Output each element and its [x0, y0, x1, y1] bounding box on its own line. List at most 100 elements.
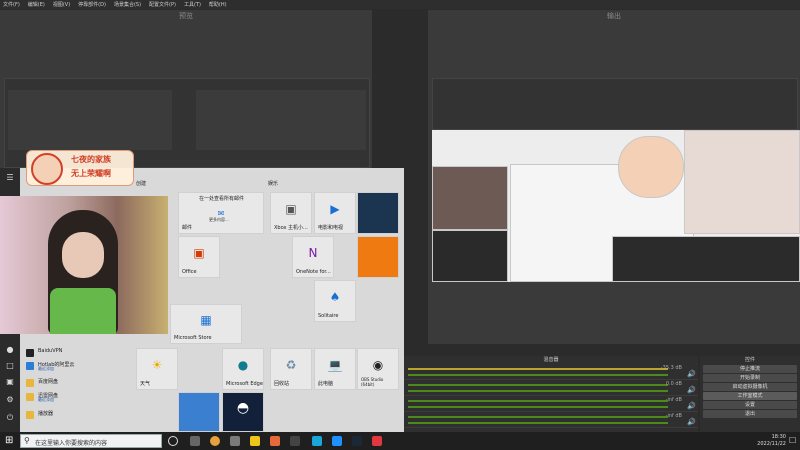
user-icon[interactable]: ●	[6, 346, 14, 354]
game-tile[interactable]	[357, 236, 399, 278]
studio-mode-button[interactable]: 工作室模式	[703, 392, 797, 400]
start-recording-button[interactable]: 开始录制	[703, 374, 797, 382]
power-icon[interactable]: ⏻	[6, 414, 14, 422]
search-icon: ⚲	[24, 436, 30, 445]
taskbar-app-icon[interactable]	[372, 436, 382, 446]
xbox-icon: ▣	[285, 202, 297, 216]
program-title: 输出	[607, 12, 621, 20]
solitaire-tile-label: Solitaire	[318, 313, 339, 319]
app-list-item[interactable]: 播放器	[22, 410, 162, 420]
store-tile[interactable]: ▦ Microsoft Store	[170, 304, 242, 344]
taskbar-app-icon[interactable]	[312, 436, 322, 446]
edge-tile[interactable]: ● Microsoft Edge	[222, 348, 264, 390]
mixer-row: -inf dB 🔊	[404, 396, 698, 412]
banner-line-1: 七夜的家族	[71, 155, 111, 164]
menu-bar: 文件(F) 编辑(E) 视图(V) 停靠部件(D) 场景集合(S) 配置文件(P…	[0, 0, 800, 9]
folder-icon	[26, 393, 34, 401]
banner-line-2: 无上荣耀啊	[71, 169, 111, 178]
scene-text-overlay	[684, 130, 800, 234]
edge-icon: ●	[237, 358, 249, 372]
pictures-icon[interactable]: ▣	[6, 378, 14, 386]
xbox-tile[interactable]: ▣ Xbox 主机小...	[270, 192, 312, 234]
group-title-create: 创建	[136, 181, 147, 187]
taskbar-app-icon[interactable]	[270, 436, 280, 446]
taskbar-search-input[interactable]: ⚲ 在这里输入你要搜索的内容	[20, 434, 162, 448]
app-list-item[interactable]: 迅雷网盘 最近添加	[22, 392, 162, 402]
notification-icon[interactable]: ☐	[789, 437, 797, 445]
mixer-row: 0.0 dB 🔊	[404, 380, 698, 396]
volume-readout: -inf dB	[665, 413, 682, 419]
preview-nested-frame-inner	[196, 90, 366, 150]
menu-profile[interactable]: 配置文件(P)	[149, 1, 176, 8]
start-virtual-camera-button[interactable]: 启动虚拟摄像机	[703, 383, 797, 391]
volume-readout: -inf dB	[665, 397, 682, 403]
controls-title: 控件	[744, 357, 755, 363]
clock-time: 18:30	[771, 434, 786, 440]
app-icon	[26, 349, 34, 357]
this-pc-tile[interactable]: 💻 此电脑	[314, 348, 356, 390]
preview-nested-frame-inner	[8, 90, 172, 150]
menu-help[interactable]: 帮助(H)	[209, 1, 227, 8]
photo-tile[interactable]	[357, 192, 399, 234]
search-placeholder: 在这里输入你要搜索的内容	[35, 440, 108, 447]
windows-start-icon[interactable]: ⊞	[5, 436, 15, 446]
weather-tile[interactable]: ☀ 天气	[136, 348, 178, 390]
chrome-icon[interactable]	[210, 436, 220, 446]
program-nested-frame	[432, 78, 798, 130]
taskbar-app-icon[interactable]	[332, 436, 342, 446]
xbox-tile-label: Xbox 主机小...	[274, 225, 308, 231]
speaker-icon[interactable]: 🔊	[687, 370, 696, 378]
preview-pane[interactable]: 预览	[0, 10, 372, 170]
taskbar-clock[interactable]: 18:30 2022/11/22	[742, 434, 786, 448]
menu-view[interactable]: 视图(V)	[53, 1, 70, 8]
preview-title: 预览	[179, 12, 193, 20]
app-name: 播放器	[38, 411, 54, 417]
taskbar-app-icon[interactable]	[230, 436, 240, 446]
stop-streaming-button[interactable]: 停止推流	[703, 365, 797, 373]
mixer-title: 混音器	[543, 357, 559, 363]
computer-icon: 💻	[327, 358, 343, 372]
volume-meter	[408, 416, 668, 418]
onenote-icon: N	[308, 246, 318, 260]
disney-tile[interactable]	[178, 392, 220, 432]
volume-readout: 0.0 dB	[665, 381, 682, 387]
hamburger-menu-icon[interactable]: ☰	[6, 174, 14, 182]
volume-meter	[408, 374, 668, 376]
settings-icon[interactable]: ⚙	[6, 396, 14, 404]
taskbar-app-icon[interactable]	[250, 436, 260, 446]
volume-meter	[408, 368, 668, 370]
office-tile-label: Office	[182, 269, 197, 275]
obs-tile-label: OBS Studio (64bit)	[361, 377, 384, 387]
office-tile[interactable]: ▣ Office	[178, 236, 220, 278]
mail-icon: ✉	[217, 208, 225, 218]
menu-edit[interactable]: 编辑(E)	[28, 1, 45, 8]
audio-mixer: 混音器 -35.3 dB 🔊 0.0 dB 🔊 -inf dB 🔊 -inf d…	[404, 356, 698, 432]
menu-docks[interactable]: 停靠部件(D)	[78, 1, 106, 8]
obs-tile[interactable]: ◉ OBS Studio (64bit)	[357, 348, 399, 390]
scene-anime-sticker	[618, 136, 684, 198]
movies-tile[interactable]: ▶ 电影和电视	[314, 192, 356, 234]
taskbar-app-icon[interactable]	[290, 436, 300, 446]
folder-icon	[26, 379, 34, 387]
task-view-icon[interactable]	[168, 436, 178, 446]
taskbar-app-icon[interactable]	[190, 436, 200, 446]
solitaire-tile[interactable]: ♠ Solitaire	[314, 280, 356, 322]
clock-date: 2022/11/22	[757, 441, 786, 447]
menu-file[interactable]: 文件(F)	[3, 1, 20, 8]
recycle-bin-tile[interactable]: ♻ 回收站	[270, 348, 312, 390]
settings-button[interactable]: 设置	[703, 401, 797, 409]
mail-tile-label: 邮件	[182, 225, 193, 231]
mail-tile[interactable]: 在一处查看所有邮件 更多内容... ✉ 邮件	[178, 192, 264, 234]
menu-scene-collection[interactable]: 场景集合(S)	[114, 1, 141, 8]
steam-icon[interactable]	[352, 436, 362, 446]
dolby-tile[interactable]: ◓	[222, 392, 264, 432]
speaker-icon[interactable]: 🔊	[687, 418, 696, 426]
speaker-icon[interactable]: 🔊	[687, 402, 696, 410]
volume-meter	[408, 400, 668, 402]
onenote-tile[interactable]: N OneNote for...	[292, 236, 334, 278]
document-icon[interactable]: □	[6, 362, 14, 370]
speaker-icon[interactable]: 🔊	[687, 386, 696, 394]
scene-mixer-panel	[612, 236, 800, 282]
exit-button[interactable]: 退出	[703, 410, 797, 418]
menu-tools[interactable]: 工具(T)	[184, 1, 201, 8]
